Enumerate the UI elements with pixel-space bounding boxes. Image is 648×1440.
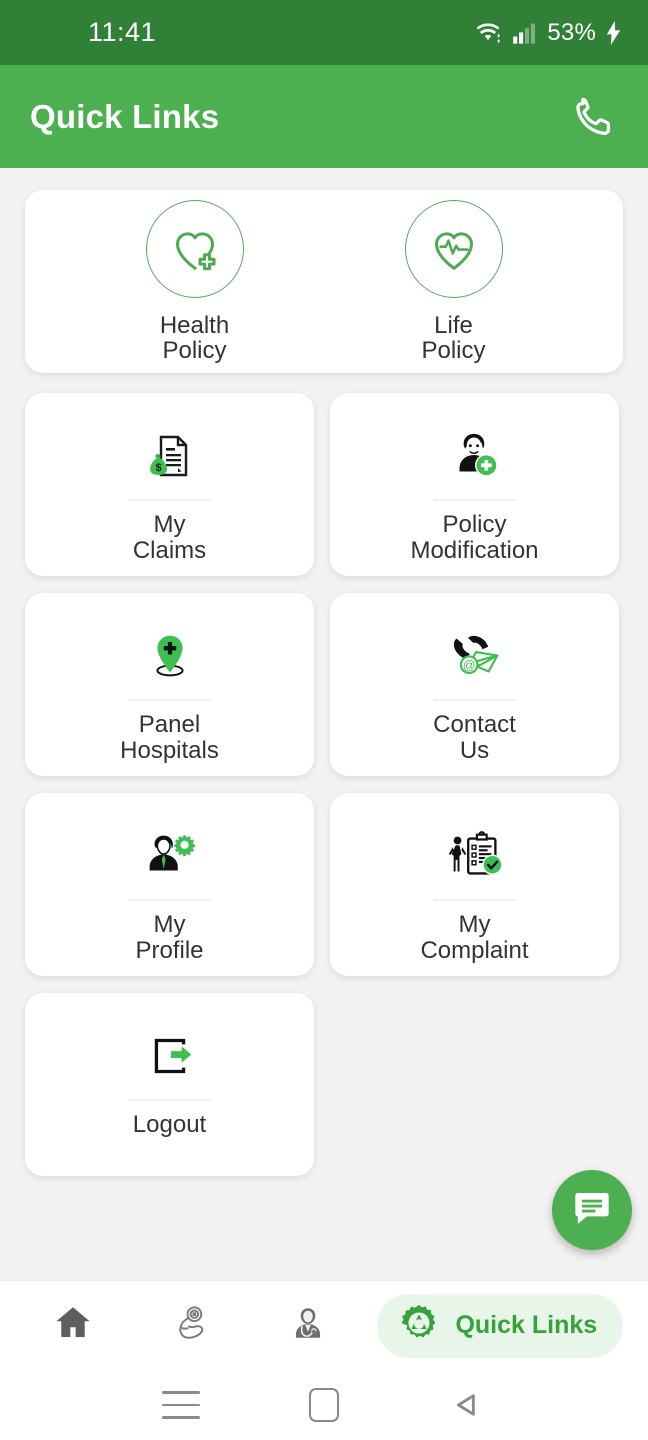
tile-label-line2: Modification (410, 536, 539, 564)
bottom-navigation: Quick Links (0, 1280, 648, 1370)
policy-label-line1: Health (159, 311, 230, 339)
clipboard-check-icon (442, 820, 508, 892)
tile-label-line1: My (153, 511, 186, 538)
tile-divider (433, 499, 516, 501)
recents-bar (162, 1416, 201, 1419)
doctor-icon (287, 1302, 329, 1349)
phone-envelope-icon: @ (441, 620, 509, 692)
tile-label-line2: Hospitals (120, 736, 219, 764)
tile-label: Policy Modification (410, 512, 538, 564)
tile-divider (433, 899, 516, 901)
logout-arrow-icon (139, 1020, 201, 1092)
map-pin-plus-icon (139, 620, 201, 692)
tile-my-complaint[interactable]: My Complaint (330, 793, 619, 976)
fitness-arm-icon (168, 1301, 212, 1350)
svg-text:$: $ (155, 462, 161, 474)
tile-my-profile[interactable]: My Profile (25, 793, 314, 976)
app-bar: Quick Links (0, 65, 648, 168)
tile-label-line1: Contact (433, 711, 516, 738)
svg-text:@: @ (462, 659, 475, 673)
recents-menu-icon[interactable] (151, 1375, 211, 1435)
tile-label-line2: Us (459, 736, 490, 764)
tile-my-claims[interactable]: $ My Claims (25, 393, 314, 576)
nav-item-home[interactable] (25, 1294, 121, 1358)
nav-item-label: Quick Links (455, 1311, 598, 1339)
app-screen: 11:41 53% Quick Links Health Policy Life… (0, 0, 648, 1440)
tile-divider (128, 899, 211, 901)
back-triangle-icon[interactable] (437, 1375, 497, 1435)
health-policy-button[interactable]: Health Policy (85, 199, 305, 364)
recents-bar (162, 1391, 201, 1394)
tile-label-line1: My (153, 911, 186, 938)
tile-label-line1: Policy (442, 511, 507, 538)
tile-label-line2: Claims (132, 536, 207, 564)
gear-icon (397, 1301, 441, 1350)
nav-item-fitness[interactable] (142, 1294, 238, 1358)
tile-label: My Claims (133, 512, 206, 564)
life-policy-button[interactable]: Life Policy (344, 199, 564, 364)
tile-label-line2: Profile (135, 936, 204, 964)
tile-label: My Profile (135, 912, 203, 964)
tile-contact-us[interactable]: @ Contact Us (330, 593, 619, 776)
status-bar-clock: 11:41 (88, 17, 157, 47)
person-gear-icon (137, 820, 203, 892)
tile-label-line1: Logout (132, 1111, 207, 1138)
status-bar: 11:41 53% (0, 0, 648, 65)
cellular-signal-icon (512, 21, 538, 45)
tile-label-line2: Complaint (420, 936, 529, 964)
policy-label-line2: Policy (162, 337, 227, 364)
page-title: Quick Links (30, 97, 220, 135)
tile-label: My Complaint (420, 912, 528, 964)
tile-policy-modification[interactable]: Policy Modification (330, 393, 619, 576)
policy-label: Life Policy (421, 311, 486, 364)
heart-pulse-icon (404, 199, 503, 298)
system-navigation-bar (0, 1370, 648, 1440)
tile-label: Contact Us (433, 712, 516, 764)
home-icon (52, 1302, 94, 1349)
phone-call-icon[interactable] (566, 89, 622, 145)
tile-divider (433, 699, 516, 701)
tile-panel-hospitals[interactable]: Panel Hospitals (25, 593, 314, 776)
policy-label-line2: Policy (421, 337, 486, 364)
charging-bolt-icon (605, 20, 622, 45)
home-square-icon[interactable] (294, 1375, 354, 1435)
tile-logout[interactable]: Logout (25, 993, 314, 1176)
battery-percentage: 53% (547, 18, 596, 46)
tile-label: Logout (133, 1112, 206, 1138)
nav-item-doctor[interactable] (260, 1294, 356, 1358)
chat-bubble-icon (572, 1188, 612, 1233)
wifi-icon (473, 20, 503, 46)
chat-fab-button[interactable] (552, 1170, 632, 1250)
tile-divider (128, 699, 211, 701)
tile-label: Panel Hospitals (120, 712, 219, 764)
content-area: Health Policy Life Policy $ My Claims Po… (0, 168, 648, 1280)
person-plus-icon (442, 420, 508, 492)
policy-label: Health Policy (159, 311, 230, 364)
tile-divider (128, 499, 211, 501)
recents-bar (162, 1403, 201, 1407)
status-bar-indicators: 53% (473, 19, 622, 47)
quick-links-grid: $ My Claims Policy Modification Panel Ho… (25, 393, 623, 1176)
policy-label-line1: Life (434, 311, 473, 339)
nav-item-quick-links[interactable]: Quick Links (377, 1293, 624, 1358)
policy-card: Health Policy Life Policy (25, 190, 623, 373)
tile-label-line1: My (458, 911, 491, 938)
tile-label-line1: Panel (138, 711, 201, 738)
document-money-icon: $ (138, 420, 202, 492)
heart-plus-icon (145, 199, 244, 298)
tile-divider (128, 1099, 211, 1101)
